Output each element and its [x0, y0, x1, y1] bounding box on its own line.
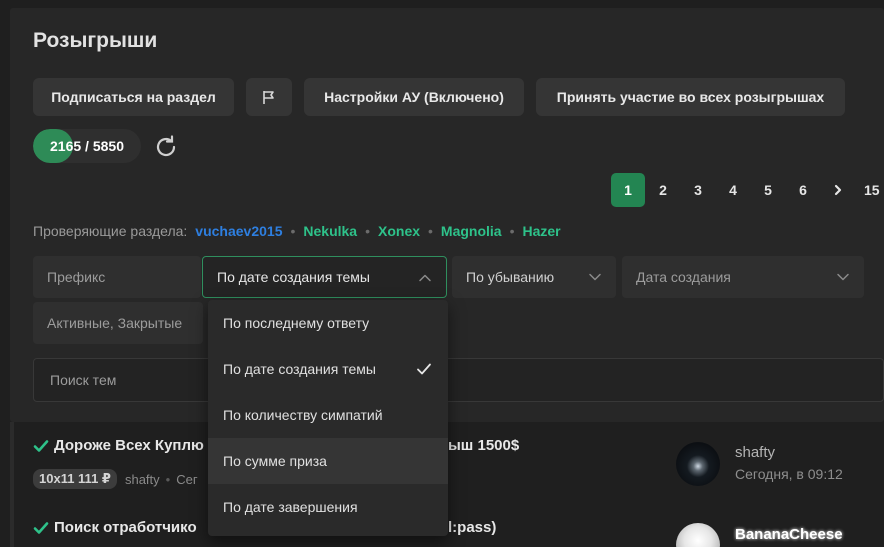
checkmark-icon — [417, 363, 431, 375]
thread-title-tail[interactable]: l:pass) — [448, 519, 496, 536]
sort-option-created[interactable]: По дате создания темы — [208, 346, 448, 392]
moderator-link[interactable]: Magnolia — [441, 223, 502, 239]
moderator-link[interactable]: Xonex — [378, 223, 420, 239]
page-1[interactable]: 1 — [611, 173, 645, 207]
page-15[interactable]: 15 — [856, 173, 884, 207]
refresh-icon — [156, 135, 176, 157]
next-page-button[interactable] — [821, 173, 855, 207]
moderator-link[interactable]: Nekulka — [303, 223, 357, 239]
search-input[interactable]: Поиск тем — [33, 358, 884, 402]
page-2[interactable]: 2 — [646, 173, 680, 207]
sort-option-prize[interactable]: По сумме приза — [208, 438, 448, 484]
page-3[interactable]: 3 — [681, 173, 715, 207]
price-badge: 10x11 111 ₽ — [33, 469, 117, 489]
order-select[interactable]: По убыванию — [452, 256, 616, 298]
chevron-up-icon — [419, 274, 431, 282]
subscribe-button[interactable]: Подписаться на раздел — [33, 78, 234, 116]
date-placeholder: Дата создания — [636, 269, 731, 285]
state-value: Активные, Закрытые — [47, 315, 183, 331]
thread-list-edge — [10, 422, 14, 547]
page-4[interactable]: 4 — [716, 173, 750, 207]
refresh-button[interactable] — [152, 133, 180, 161]
sort-option-label: По дате создания темы — [223, 361, 376, 377]
page-6[interactable]: 6 — [786, 173, 820, 207]
sort-option-label: По дате завершения — [223, 499, 358, 515]
search-placeholder: Поиск тем — [50, 372, 117, 388]
date-filter[interactable]: Дата создания — [622, 256, 864, 298]
sort-value: По дате создания темы — [217, 269, 370, 285]
thread-author[interactable]: shafty — [125, 472, 160, 487]
thread-date: Сег — [176, 471, 198, 487]
moderators-label: Проверяющие раздела: — [33, 223, 188, 239]
separator-dot: • — [509, 223, 515, 239]
thread-title-text: Дороже Всех Куплю — [54, 437, 204, 454]
sort-option-label: По сумме приза — [223, 453, 327, 469]
check-icon — [33, 521, 49, 534]
moderator-link[interactable]: vuchaev2015 — [195, 223, 282, 239]
thread-title[interactable]: Дороже Всех Куплю — [33, 437, 204, 454]
last-poster-name[interactable]: shafty — [735, 444, 775, 461]
thread-title-text: Поиск отработчико — [54, 519, 197, 536]
state-filter[interactable]: Активные, Закрытые — [33, 302, 203, 344]
moderators-row: Проверяющие раздела: vuchaev2015 • Nekul… — [33, 223, 563, 239]
separator-dot: • — [165, 471, 171, 487]
sort-option-label: По последнему ответу — [223, 315, 370, 331]
counter-text: 2165 / 5850 — [50, 138, 124, 154]
sort-option-likes[interactable]: По количеству симпатий — [208, 392, 448, 438]
chevron-right-icon — [834, 184, 842, 196]
separator-dot: • — [428, 223, 433, 239]
separator-dot: • — [290, 223, 296, 239]
page-5[interactable]: 5 — [751, 173, 785, 207]
sort-select[interactable]: По дате создания темы — [202, 256, 447, 298]
flag-icon — [263, 91, 274, 104]
sort-option-label: По количеству симпатий — [223, 407, 383, 423]
order-value: По убыванию — [466, 269, 555, 285]
thread-title-tail[interactable]: ыш 1500$ — [448, 437, 519, 454]
participation-counter: 2165 / 5850 — [33, 127, 141, 165]
page-title: Розыгрыши — [33, 29, 158, 52]
join-all-giveaways-button[interactable]: Принять участие во всех розыгрышах — [536, 78, 845, 116]
thread-title[interactable]: Поиск отработчико — [33, 519, 197, 536]
thread-meta: 10x11 111 ₽ shafty • Сег — [33, 469, 198, 489]
auto-participation-settings-button[interactable]: Настройки АУ (Включено) — [304, 78, 524, 116]
chevron-down-icon — [837, 273, 849, 281]
sort-option-last-reply[interactable]: По последнему ответу — [208, 300, 448, 346]
avatar[interactable] — [676, 442, 720, 486]
avatar[interactable] — [676, 523, 720, 547]
separator-dot: • — [365, 223, 370, 239]
last-poster-name[interactable]: BananaCheese — [735, 526, 843, 543]
prefix-placeholder: Префикс — [47, 269, 106, 285]
chevron-down-icon — [589, 273, 601, 281]
moderator-link[interactable]: Hazer — [523, 223, 561, 239]
sort-dropdown-menu: По последнему ответу По дате создания те… — [208, 300, 448, 536]
last-post-time: Сегодня, в 09:12 — [735, 466, 843, 482]
flag-button[interactable] — [246, 78, 292, 116]
prefix-filter[interactable]: Префикс — [33, 256, 201, 298]
check-icon — [33, 439, 49, 452]
sort-option-end-date[interactable]: По дате завершения — [208, 484, 448, 530]
